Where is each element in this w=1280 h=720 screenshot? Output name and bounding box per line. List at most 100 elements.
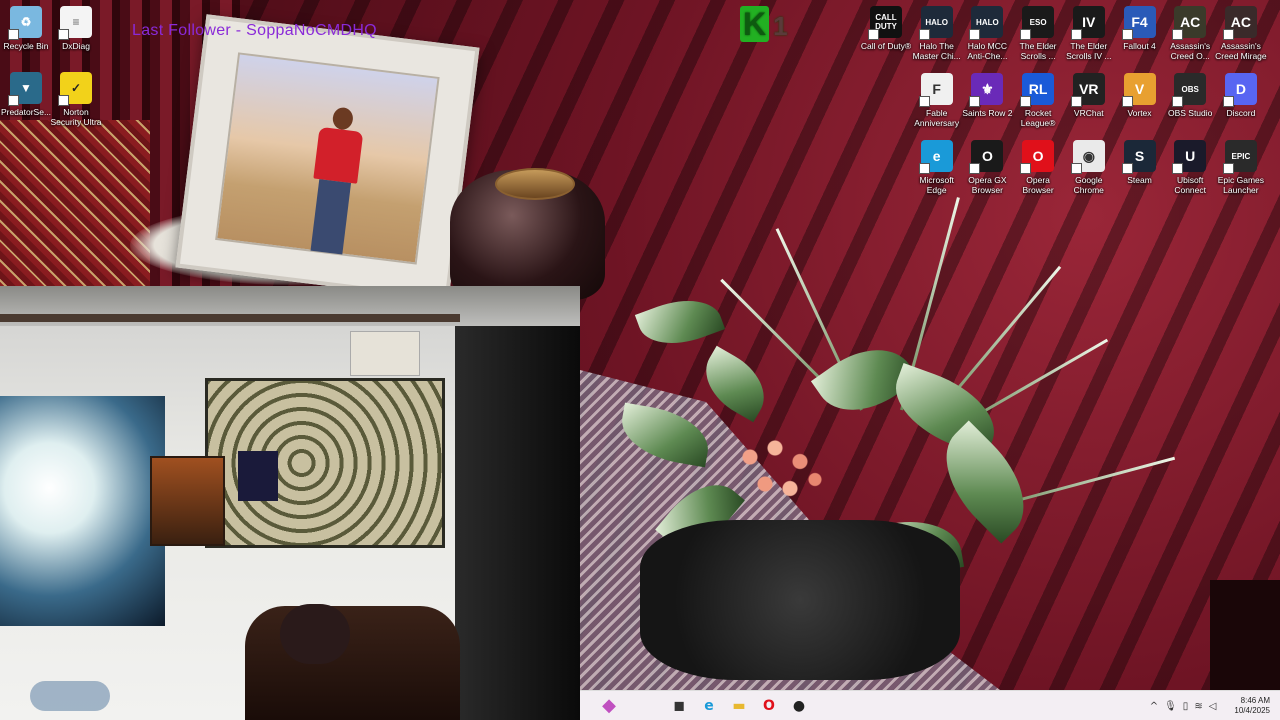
opera-gx-icon: O — [969, 140, 1004, 174]
webcam-chair-headrest — [280, 604, 350, 664]
assassins-creed-icon: AC — [1172, 6, 1207, 40]
kick-badge-count: 1 — [773, 11, 788, 41]
desktop-icon-label: The Elder Scrolls ... — [1019, 41, 1057, 61]
show-hidden-icons-chevron-icon[interactable]: ^ — [1150, 701, 1158, 712]
predator-icon: ▼ — [8, 72, 42, 106]
wallpaper-carpet — [0, 120, 150, 290]
desktop-icon-dxdiag[interactable]: ≡ DxDiag — [50, 6, 102, 51]
last-follower-overlay: Last Follower - SoppaNoCMDHQ — [132, 22, 377, 39]
webcam-doorway — [455, 326, 580, 720]
framed-photo — [215, 52, 440, 265]
desktop-icon-label: DxDiag — [62, 41, 90, 51]
call-of-duty-icon: CALL DUTY — [868, 6, 902, 40]
oblivion-icon: IV — [1070, 6, 1105, 40]
desktop-icon-label: Discord — [1226, 108, 1256, 118]
halo-icon: HALO — [969, 6, 1004, 40]
webcam-tapestry-left — [0, 396, 165, 626]
vault-boy-icon: F4 — [1121, 6, 1156, 40]
norton-icon: ✓ — [58, 72, 92, 106]
desktop-icon-elder-scrolls[interactable]: ESO The Elder Scrolls ... — [1012, 6, 1064, 61]
edge-icon: e — [918, 140, 953, 174]
desktop-icon-epic[interactable]: EPIC Epic Games Launcher — [1215, 140, 1267, 195]
taskbar-opera-button[interactable]: O — [756, 693, 782, 719]
desktop-icon-label: Steam — [1127, 175, 1152, 185]
desktop-icon-norton[interactable]: ✓ Norton Security Ultra — [50, 72, 102, 127]
taskbar-obs-button[interactable]: ● — [786, 693, 812, 719]
fable-icon: F — [918, 73, 953, 107]
desktop-icon-steam[interactable]: S Steam — [1114, 140, 1166, 185]
desktop-icon-label: Ubisoft Connect — [1174, 175, 1207, 195]
vortex-icon: V — [1121, 73, 1156, 107]
desktop-icon-vortex[interactable]: V Vortex — [1114, 73, 1166, 118]
webcam-feed — [0, 286, 580, 720]
desktop-icon-rocket-league[interactable]: RL Rocket League® — [1012, 73, 1064, 128]
desktop-icon-edge[interactable]: e Microsoft Edge — [911, 140, 963, 195]
desktop-icon-label: Halo The Master Chi... — [912, 41, 961, 61]
desktop-icon-label: Norton Security Ultra — [50, 107, 102, 127]
desktop-icon-label: Epic Games Launcher — [1217, 175, 1265, 195]
desktop-icon-label: The Elder Scrolls IV ... — [1066, 41, 1112, 61]
ubisoft-icon: U — [1172, 140, 1207, 174]
desktop-icon-vrchat[interactable]: VR VRChat — [1063, 73, 1115, 118]
desktop-icon-ubisoft[interactable]: U Ubisoft Connect — [1164, 140, 1216, 195]
desktop-icon-predatorsense[interactable]: ▼ PredatorSe... — [0, 72, 52, 117]
desktop-icon-chrome[interactable]: ◉ Google Chrome — [1063, 140, 1115, 195]
vrchat-icon: VR — [1070, 73, 1105, 107]
taskbar-edge-button[interactable]: e — [696, 693, 722, 719]
taskbar: ◆ ◼ e ▬ O ● ^ 🎙 ▯ ≋ ◁ 8:46 AM 10/4/2025 — [580, 690, 1280, 720]
wallpaper-urn-lid — [495, 168, 575, 200]
taskbar-clock[interactable]: 8:46 AM 10/4/2025 — [1234, 696, 1270, 716]
obs-icon: OBS — [1172, 73, 1207, 107]
webcam-tapestry-right — [205, 378, 445, 548]
widgets-button[interactable]: ◆ — [596, 693, 622, 719]
desktop-icon-cod[interactable]: CALL DUTY Call of Duty® — [860, 6, 912, 51]
desktop-icon-halo-anticheat[interactable]: HALO Halo MCC Anti-Che... — [961, 6, 1013, 61]
epic-games-icon: EPIC — [1222, 140, 1257, 174]
desktop-icon-opera-gx[interactable]: O Opera GX Browser — [961, 140, 1013, 195]
desktop-icon-saints-row[interactable]: ⚜ Saints Row 2 — [961, 73, 1013, 118]
desktop-icon-label: Saints Row 2 — [962, 108, 1013, 118]
elder-scrolls-icon: ESO — [1020, 6, 1055, 40]
microphone-icon[interactable]: 🎙 — [1164, 701, 1177, 712]
obs-icon: ● — [792, 697, 806, 714]
task-view-icon: ◼ — [673, 697, 685, 714]
desktop-icon-opera[interactable]: O Opera Browser — [1012, 140, 1064, 195]
desktop-icon-fable[interactable]: F Fable Anniversary — [911, 73, 963, 128]
wallpaper-flowers — [730, 430, 830, 520]
volume-icon[interactable]: ◁ — [1209, 701, 1217, 712]
desktop-icon-oblivion[interactable]: IV The Elder Scrolls IV ... — [1063, 6, 1115, 61]
wallpaper-photo-frame — [175, 14, 480, 301]
document-icon: ≡ — [58, 6, 92, 40]
desktop-icon-ac-odyssey[interactable]: AC Assassin's Creed O... — [1164, 6, 1216, 61]
desktop-icon-recycle-bin[interactable]: ♻ Recycle Bin — [0, 6, 52, 51]
desktop-icon-label: Assassin's Creed O... — [1170, 41, 1211, 61]
recycle-bin-icon: ♻ — [8, 6, 42, 40]
opera-icon: O — [1020, 140, 1055, 174]
desktop-icon-halo-mcc[interactable]: HALO Halo The Master Chi... — [911, 6, 963, 61]
desktop-icon-label: PredatorSe... — [0, 107, 52, 117]
chrome-icon: ◉ — [1070, 140, 1105, 174]
discord-icon: D — [1222, 73, 1257, 107]
halo-icon: HALO — [918, 6, 953, 40]
webcam-gaming-chair — [245, 606, 460, 720]
desktop-icon-label: Recycle Bin — [3, 41, 49, 51]
desktop-icon-label: Rocket League® — [1020, 108, 1056, 128]
taskbar-task-view-button[interactable]: ◼ — [666, 693, 692, 719]
battery-icon[interactable]: ▯ — [1183, 701, 1189, 712]
desktop-icon-fallout4[interactable]: F4 Fallout 4 — [1114, 6, 1166, 51]
desktop-icon-ac-mirage[interactable]: AC Assassin's Creed Mirage — [1215, 6, 1267, 61]
wifi-icon[interactable]: ≋ — [1194, 701, 1202, 712]
taskbar-file-explorer-button[interactable]: ▬ — [726, 693, 752, 719]
desktop-icon-obs[interactable]: OBS OBS Studio — [1164, 73, 1216, 118]
assassins-creed-icon: AC — [1222, 6, 1257, 40]
desktop-icon-label: Fallout 4 — [1123, 41, 1156, 51]
kick-badge-overlay: K1 — [740, 6, 796, 42]
clock-time: 8:46 AM — [1240, 696, 1270, 705]
kick-logo-icon: K — [740, 6, 770, 42]
system-tray: ^ 🎙 ▯ ≋ ◁ 8:46 AM 10/4/2025 — [1150, 691, 1270, 720]
desktop-icon-discord[interactable]: D Discord — [1215, 73, 1267, 118]
desktop-icon-label: Fable Anniversary — [914, 108, 960, 128]
clock-date: 10/4/2025 — [1234, 706, 1270, 715]
framed-person — [304, 105, 366, 259]
steam-icon: S — [1121, 140, 1156, 174]
